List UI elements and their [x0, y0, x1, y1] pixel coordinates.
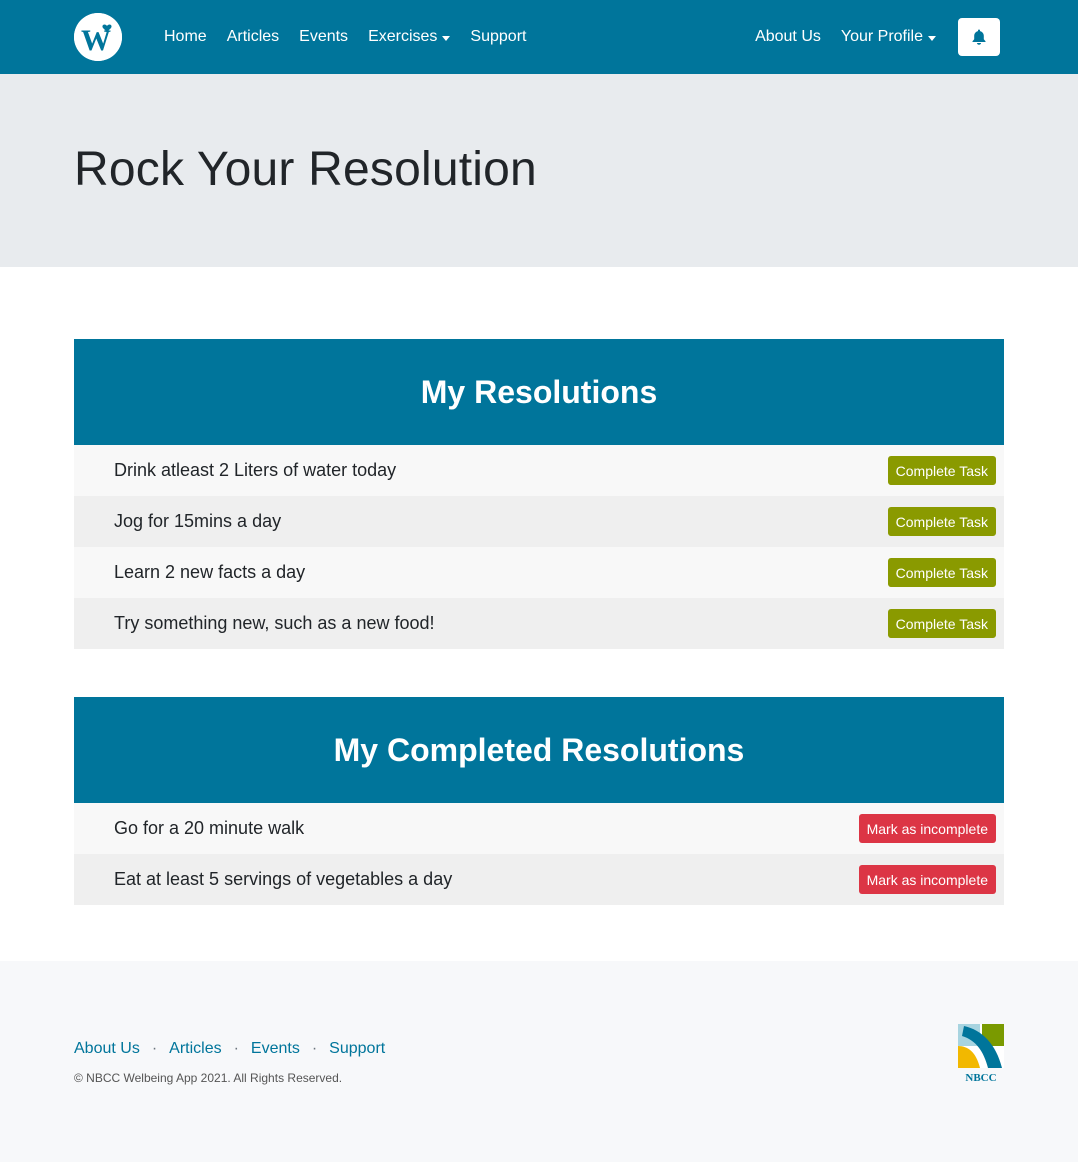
nav-articles[interactable]: Articles	[217, 28, 289, 46]
resolutions-header: My Resolutions	[74, 339, 1004, 445]
completed-resolution-text: Eat at least 5 servings of vegetables a …	[114, 869, 453, 889]
copyright-text: © NBCC Welbeing App 2021. All Rights Res…	[74, 1071, 343, 1085]
notifications-button[interactable]	[958, 18, 1000, 56]
footer-separator: ·	[311, 1040, 318, 1057]
nav-home[interactable]: Home	[154, 28, 217, 46]
resolutions-card: My Resolutions Drink atleast 2 Liters of…	[74, 339, 1004, 649]
footer-link-events[interactable]: Events	[251, 1040, 300, 1058]
resolutions-list: Drink atleast 2 Liters of water today Co…	[74, 445, 1004, 649]
list-item: Jog for 15mins a day Complete Task	[74, 496, 1004, 547]
resolution-text: Jog for 15mins a day	[114, 511, 282, 531]
footer-link-support[interactable]: Support	[329, 1040, 385, 1058]
complete-task-button[interactable]: Complete Task	[887, 558, 996, 587]
nav-events[interactable]: Events	[289, 28, 358, 46]
nav-about-us-label: About Us	[755, 28, 821, 45]
completed-list: Go for a 20 minute walk Mark as incomple…	[74, 803, 1004, 905]
top-navbar: W Home Articles Events Exercises Support…	[0, 0, 1078, 74]
footer-links: About Us · Articles · Events · Support	[74, 1040, 385, 1058]
logo-w-heart-icon: W	[74, 13, 122, 61]
hero-banner: Rock Your Resolution	[0, 74, 1078, 267]
completed-resolution-text: Go for a 20 minute walk	[114, 818, 305, 838]
complete-task-button[interactable]: Complete Task	[887, 456, 996, 485]
nav-about-us[interactable]: About Us	[745, 28, 831, 46]
footer-link-about-us[interactable]: About Us	[74, 1040, 140, 1058]
completed-header: My Completed Resolutions	[74, 697, 1004, 803]
footer-link-articles[interactable]: Articles	[169, 1040, 221, 1058]
nav-support-label: Support	[470, 28, 527, 45]
list-item: Learn 2 new facts a day Complete Task	[74, 547, 1004, 598]
nbcc-logo-text: NBCC	[965, 1072, 996, 1084]
list-item: Drink atleast 2 Liters of water today Co…	[74, 445, 1004, 496]
mark-incomplete-button[interactable]: Mark as incomplete	[858, 865, 996, 894]
nav-support[interactable]: Support	[460, 28, 536, 46]
resolution-text: Drink atleast 2 Liters of water today	[114, 460, 397, 480]
bell-icon	[972, 29, 986, 45]
nav-home-label: Home	[164, 28, 207, 45]
nav-profile-label: Your Profile	[840, 28, 923, 45]
nav-exercises-dropdown[interactable]: Exercises	[358, 28, 460, 46]
nav-exercises-label: Exercises	[368, 28, 438, 45]
nav-events-label: Events	[299, 28, 349, 45]
list-item: Try something new, such as a new food! C…	[74, 598, 1004, 649]
footer: About Us · Articles · Events · Support ©…	[0, 961, 1078, 1162]
caret-down-icon	[928, 35, 936, 41]
nav-links-left: Home Articles Events Exercises Support	[154, 0, 536, 74]
nav-articles-label: Articles	[226, 28, 280, 45]
wellbeing-logo-icon[interactable]: W	[74, 13, 122, 61]
completed-title: My Completed Resolutions	[333, 731, 745, 768]
list-item: Eat at least 5 servings of vegetables a …	[74, 854, 1004, 905]
resolution-text: Learn 2 new facts a day	[114, 562, 306, 582]
resolution-text: Try something new, such as a new food!	[114, 613, 435, 633]
list-item: Go for a 20 minute walk Mark as incomple…	[74, 803, 1004, 854]
mark-incomplete-button[interactable]: Mark as incomplete	[858, 814, 996, 843]
footer-separator: ·	[151, 1040, 158, 1057]
caret-down-icon	[442, 35, 451, 41]
completed-resolutions-card: My Completed Resolutions Go for a 20 min…	[74, 697, 1004, 905]
nbcc-logo-icon: NBCC	[958, 1024, 1004, 1084]
complete-task-button[interactable]: Complete Task	[887, 507, 996, 536]
nav-profile-dropdown[interactable]: Your Profile	[831, 28, 946, 46]
page-title: Rock Your Resolution	[74, 143, 537, 196]
nav-links-right: About Us Your Profile	[745, 0, 1000, 74]
footer-separator: ·	[233, 1040, 239, 1057]
resolutions-title: My Resolutions	[420, 373, 658, 410]
complete-task-button[interactable]: Complete Task	[887, 609, 996, 638]
